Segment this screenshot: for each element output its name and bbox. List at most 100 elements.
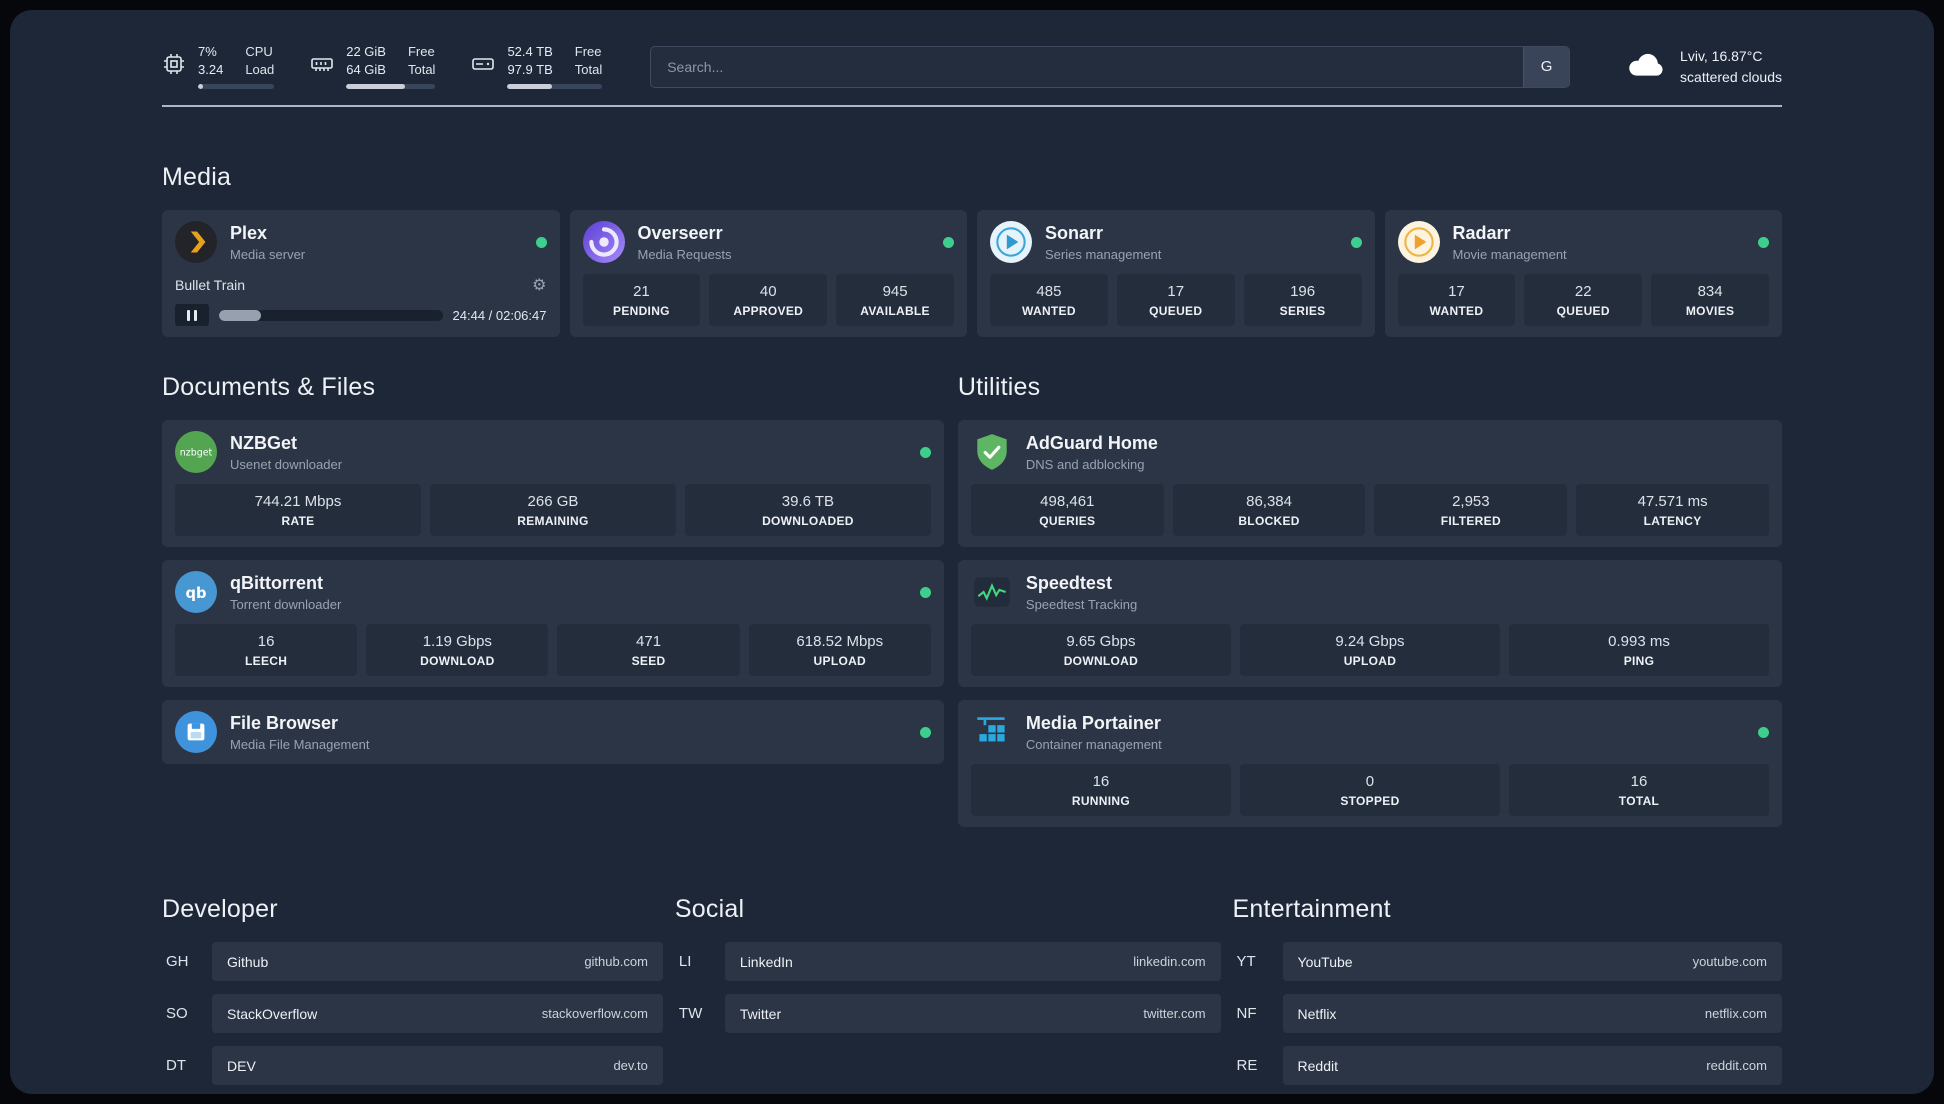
ram-free-label: Free: [407, 44, 435, 59]
status-dot: [1758, 236, 1769, 248]
now-playing-title: Bullet Train: [175, 277, 246, 293]
bookmark-row: RE Reddit reddit.com: [1233, 1046, 1782, 1085]
status-dot: [1350, 236, 1362, 248]
sonarr-icon: [990, 221, 1032, 263]
ram-free: 22 GiB: [346, 44, 386, 59]
status-dot: [919, 586, 931, 598]
bookmark-row: DT DEV dev.to: [162, 1046, 663, 1085]
bookmark-row: LI LinkedIn linkedin.com: [675, 942, 1221, 981]
disk-progress-bar: [507, 84, 603, 89]
section-documents: Documents & Files nzbget NZBGet Usenet d…: [162, 373, 944, 827]
card-nzbget[interactable]: nzbget NZBGet Usenet downloader 744.21 M…: [162, 420, 944, 547]
status-dot: [943, 236, 954, 248]
stat-download: 9.65 Gbps DOWNLOAD: [970, 624, 1231, 676]
bookmark-row: SO StackOverflow stackoverflow.com: [162, 994, 663, 1033]
social-section-title: Social: [674, 895, 745, 923]
disk-free: 52.4 TB: [507, 44, 553, 59]
bookmark-abbr: TW: [678, 1005, 703, 1022]
gear-icon[interactable]: ⚙: [532, 275, 546, 295]
disk-total-label: Total: [574, 62, 603, 77]
stat-upload: 618.52 Mbps UPLOAD: [748, 624, 931, 676]
qbittorrent-icon: qb: [175, 571, 217, 613]
search-input[interactable]: [651, 46, 1524, 87]
radarr-icon: [1397, 221, 1440, 263]
bookmark-abbr: SO: [166, 1005, 188, 1022]
service-name: NZBGet: [230, 432, 297, 453]
service-name: Sonarr: [1045, 222, 1104, 243]
stat-remaining: 266 GB REMAINING: [429, 484, 676, 536]
portainer-icon: [971, 711, 1013, 753]
media-section-title: Media: [162, 163, 232, 191]
cpu-label: CPU: [245, 44, 273, 59]
bookmark-row: GH Github github.com: [162, 942, 663, 981]
disk-icon: [471, 52, 495, 76]
system-stats: 7% CPU 3.24 Load 22 GiB Free 64 GiB Tota…: [162, 44, 603, 89]
card-overseerr[interactable]: Overseerr Media Requests 21 PENDING 40 A…: [569, 210, 967, 337]
card-sonarr[interactable]: Sonarr Series management 485 WANTED 17 Q…: [977, 210, 1375, 337]
bookmark-link-github[interactable]: Github github.com: [212, 942, 663, 981]
card-radarr[interactable]: Radarr Movie management 17 WANTED 22 QUE…: [1384, 210, 1782, 337]
stat-queued: 22 QUEUED: [1524, 274, 1643, 326]
bookmark-abbr: DT: [166, 1057, 186, 1074]
bookmark-link-dev[interactable]: DEV dev.to: [212, 1046, 663, 1085]
stat-wanted: 485 WANTED: [990, 274, 1108, 326]
ram-widget: 22 GiB Free 64 GiB Total: [310, 44, 436, 89]
speedtest-icon: [971, 571, 1013, 613]
card-speedtest[interactable]: Speedtest Speedtest Tracking 9.65 Gbps D…: [957, 560, 1782, 687]
cpu-loadavg: 3.24: [198, 62, 224, 77]
bookmark-link-stackoverflow[interactable]: StackOverflow stackoverflow.com: [212, 994, 663, 1033]
card-qbittorrent[interactable]: qb qBittorrent Torrent downloader 16 LEE…: [162, 560, 944, 687]
developer-section-title: Developer: [162, 895, 278, 923]
filebrowser-icon: [175, 711, 217, 753]
weather-widget: Lviv, 16.87°C scattered clouds: [1626, 46, 1782, 87]
stat-available: 945 AVAILABLE: [836, 274, 954, 326]
bookmark-link-reddit[interactable]: Reddit reddit.com: [1282, 1046, 1782, 1085]
stat-upload: 9.24 Gbps UPLOAD: [1239, 624, 1500, 676]
weather-condition: scattered clouds: [1680, 68, 1782, 85]
nzbget-icon: nzbget: [175, 431, 217, 473]
stat-total: 16 TOTAL: [1508, 764, 1769, 816]
stat-approved: 40 APPROVED: [709, 274, 828, 326]
bookmark-abbr: YT: [1236, 953, 1256, 970]
cpu-icon: [162, 52, 186, 76]
disk-widget: 52.4 TB Free 97.9 TB Total: [471, 44, 603, 89]
cpu-percent: 7%: [198, 44, 217, 59]
cpu-widget: 7% CPU 3.24 Load: [162, 44, 275, 89]
service-name: qBittorrent: [230, 572, 323, 593]
stat-download: 1.19 Gbps DOWNLOAD: [366, 624, 549, 676]
stat-running: 16 RUNNING: [970, 764, 1231, 816]
disk-total: 97.9 TB: [507, 62, 553, 77]
service-desc: Movie management: [1452, 246, 1567, 262]
stat-rate: 744.21 Mbps RATE: [175, 484, 421, 536]
top-bar: 7% CPU 3.24 Load 22 GiB Free 64 GiB Tota…: [162, 10, 1782, 89]
service-desc: Series management: [1045, 246, 1162, 262]
service-desc: DNS and adblocking: [1025, 456, 1145, 472]
cloud-icon: [1626, 47, 1666, 86]
service-name: Media Portainer: [1025, 712, 1161, 733]
stat-blocked: 86,384 BLOCKED: [1172, 484, 1366, 536]
overseerr-icon: [582, 221, 625, 263]
bookmarks-developer: Developer GH Github github.com SO StackO…: [162, 895, 663, 1094]
pause-button[interactable]: [175, 304, 209, 326]
card-filebrowser[interactable]: File Browser Media File Management: [162, 700, 944, 764]
card-adguard[interactable]: AdGuard Home DNS and adblocking 498,461 …: [957, 420, 1782, 547]
stat-series: 196 SERIES: [1243, 274, 1362, 326]
dashboard: 7% CPU 3.24 Load 22 GiB Free 64 GiB Tota…: [10, 10, 1934, 1094]
service-desc: Usenet downloader: [230, 456, 343, 472]
card-plex[interactable]: Plex Media server Bullet Train ⚙ 24:44 /…: [162, 210, 560, 337]
bookmark-link-netflix[interactable]: Netflix netflix.com: [1282, 994, 1782, 1033]
search-engine-button[interactable]: G: [1523, 46, 1570, 87]
svg-text:nzbget: nzbget: [180, 448, 213, 459]
bookmark-abbr: GH: [166, 953, 189, 970]
card-portainer[interactable]: Media Portainer Container management 16 …: [957, 700, 1782, 827]
service-desc: Media Requests: [637, 246, 732, 262]
weather-location: Lviv, 16.87°C: [1680, 48, 1763, 65]
bookmark-link-linkedin[interactable]: LinkedIn linkedin.com: [724, 942, 1221, 981]
bookmark-link-youtube[interactable]: YouTube youtube.com: [1282, 942, 1782, 981]
search-bar: G: [650, 45, 1571, 88]
stat-movies: 834 MOVIES: [1651, 274, 1769, 326]
playback-progress-bar[interactable]: [219, 309, 443, 321]
disk-free-label: Free: [574, 44, 602, 59]
stat-latency: 47.571 ms LATENCY: [1576, 484, 1769, 536]
bookmark-link-twitter[interactable]: Twitter twitter.com: [724, 994, 1221, 1033]
